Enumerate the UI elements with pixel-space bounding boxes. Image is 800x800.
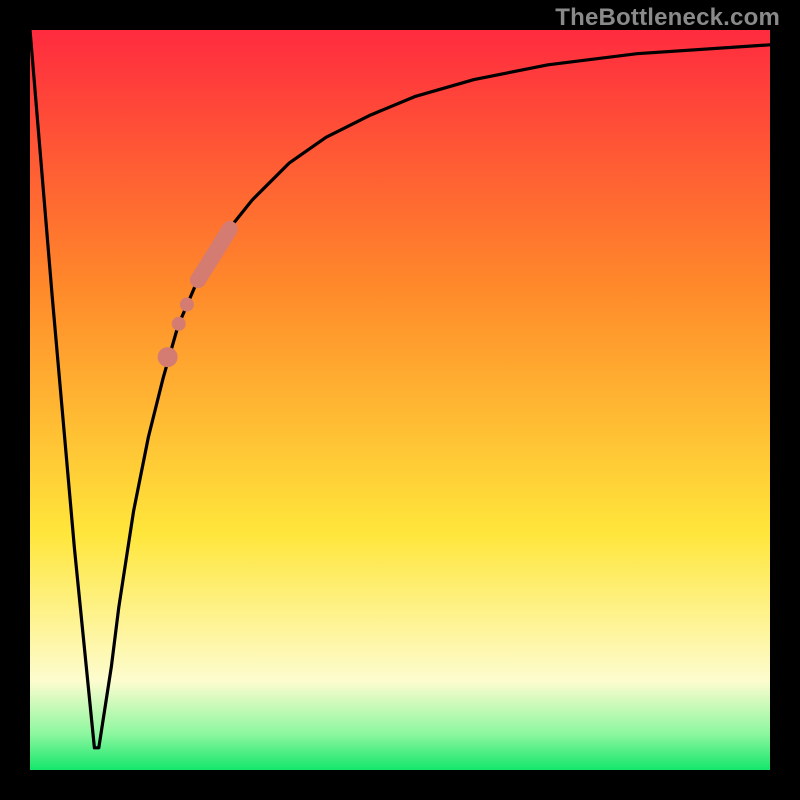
plot-area — [30, 30, 770, 770]
chart-frame: TheBottleneck.com — [0, 0, 800, 800]
bottleneck-curve — [30, 30, 770, 770]
highlight-segment — [198, 229, 230, 280]
highlight-dot — [180, 298, 194, 312]
highlight-dot — [172, 317, 186, 331]
highlight-dot — [158, 347, 178, 367]
watermark-text: TheBottleneck.com — [555, 4, 780, 32]
